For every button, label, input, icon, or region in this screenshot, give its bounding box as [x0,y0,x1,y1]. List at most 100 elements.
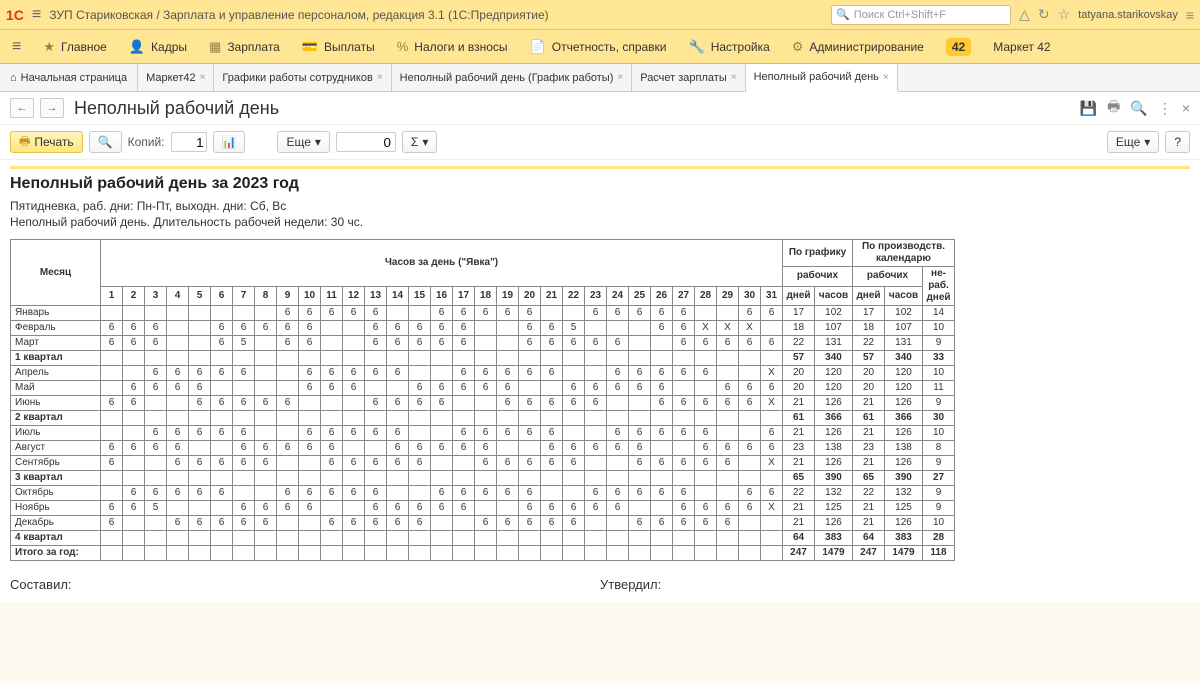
copies-input[interactable] [171,132,207,152]
table-row: Октябрь666666666666666666666622132221329 [11,486,955,501]
forward-button[interactable]: → [40,98,64,118]
th-ghours: часов [815,286,853,306]
sig-prepared: Составил: [10,577,600,592]
th-rab2: рабочих [853,267,923,287]
market-label[interactable]: Маркет 42 [993,40,1050,54]
more-icon[interactable]: ⋮ [1158,100,1172,117]
table-row: Февраль666666666666666566ХХХ181071810710 [11,321,955,336]
nav-item-1[interactable]: 👤 Кадры [129,39,187,55]
value-input[interactable] [336,132,396,152]
more-button[interactable]: Еще ▾ [277,131,329,153]
nav-icon: 💳 [302,39,318,55]
dropdown-icon: ▾ [1144,135,1150,149]
table-row: Июнь666666666666666666666Х21126211269 [11,396,955,411]
close-icon[interactable]: × [731,72,737,83]
close-icon[interactable]: × [377,72,383,83]
th-month: Месяц [11,240,101,306]
table-row: 1 квартал573405734033 [11,351,955,366]
nav-item-0[interactable]: ★Главное [43,39,107,55]
sum-button[interactable]: Σ ▾ [402,131,437,153]
th-day: 15 [409,286,431,306]
close-page-icon[interactable]: × [1182,100,1190,116]
th-day: 9 [277,286,299,306]
close-icon[interactable]: × [200,72,206,83]
print-button[interactable]: 🖶 Печать [10,131,83,153]
th-day: 16 [431,286,453,306]
th-day: 8 [255,286,277,306]
nav-label: Кадры [151,40,187,54]
tab-4[interactable]: Неполный рабочий день × [746,64,898,92]
tab-3[interactable]: Расчет зарплаты × [632,64,745,91]
tab-home[interactable]: ⌂ Начальная страница [0,64,138,91]
tab-label: Неполный рабочий день [754,71,879,83]
th-day: 18 [475,286,497,306]
user-name[interactable]: tatyana.starikovskay [1078,9,1178,21]
global-search[interactable]: 🔍 Поиск Ctrl+Shift+F [831,5,1011,25]
nav-item-3[interactable]: 💳 Выплаты [302,39,375,55]
help-button[interactable]: ? [1165,131,1190,153]
star-icon[interactable]: ☆ [1058,6,1071,23]
nav-item-5[interactable]: 📄Отчетность, справки [530,39,667,55]
th-day: 26 [651,286,673,306]
config-button[interactable]: 📊 [213,131,246,153]
th-day: 25 [629,286,651,306]
nav-item-2[interactable]: ▦ Зарплата [209,39,280,55]
th-day: 11 [321,286,343,306]
search-icon: 🔍 [836,8,850,21]
report-descr2: Неполный рабочий день. Длительность рабо… [10,215,1190,229]
tab-label: Расчет зарплаты [640,72,727,84]
sections-menu-icon[interactable]: ≡ [12,38,21,56]
tab-0[interactable]: Маркет42 × [138,64,214,91]
close-icon[interactable]: × [617,72,623,83]
config-icon: 📊 [222,135,237,149]
menu-icon[interactable]: ≡ [32,6,41,24]
th-day: 30 [739,286,761,306]
table-row: Июль666666666666666666666211262112610 [11,426,955,441]
find-icon[interactable]: 🔍 [1130,100,1147,117]
th-phours: часов [885,286,923,306]
market-badge[interactable]: 42 [946,38,971,56]
nav-item-7[interactable]: ⚙Администрирование [792,39,924,55]
nav-label: Налоги и взносы [414,40,507,54]
nav-icon: ▦ [209,39,221,55]
th-prod: По производств. календарю [853,240,955,267]
th-graf: По графику [783,240,853,267]
more2-button[interactable]: Еще ▾ [1107,131,1159,153]
print-label: Печать [34,135,73,149]
history-icon[interactable]: ↻ [1038,6,1050,23]
tab-1[interactable]: Графики работы сотрудников × [214,64,391,91]
th-day: 19 [497,286,519,306]
table-row: 2 квартал613666136630 [11,411,955,426]
table-row: Март666656666666666666666622131221319 [11,336,955,351]
printer-icon: 🖶 [19,132,30,153]
save-icon[interactable]: 💾 [1080,100,1097,117]
nav-label: Выплаты [324,40,375,54]
th-day: 29 [717,286,739,306]
report-heading: Неполный рабочий день за 2023 год [10,175,1190,193]
tab-home-label: Начальная страница [21,72,127,84]
home-icon: ⌂ [10,72,17,84]
th-day: 20 [519,286,541,306]
th-day: 24 [607,286,629,306]
nav-icon: 👤 [129,39,145,55]
print-icon[interactable]: 🖶 [1107,96,1120,120]
th-day: 17 [453,286,475,306]
more-label: Еще [286,135,310,149]
bell-icon[interactable]: △ [1019,6,1030,23]
dropdown-icon: ▾ [422,135,428,149]
nav-item-4[interactable]: %Налоги и взносы [397,39,508,54]
preview-button[interactable]: 🔍 [89,131,122,153]
tab-2[interactable]: Неполный рабочий день (График работы) × [392,64,633,91]
nav-item-6[interactable]: 🔧Настройка [689,39,770,55]
back-button[interactable]: ← [10,98,34,118]
user-menu-icon[interactable]: ≡ [1186,7,1194,23]
nav-label: Зарплата [227,40,280,54]
th-day: 21 [541,286,563,306]
close-icon[interactable]: × [883,72,889,83]
app-logo: 1С [6,7,24,23]
table-row: 4 квартал643836438328 [11,531,955,546]
th-day: 27 [673,286,695,306]
nav-icon: ⚙ [792,39,804,55]
more2-label: Еще [1116,135,1140,149]
table-row: Август6666666666666666666666623138231388 [11,441,955,456]
